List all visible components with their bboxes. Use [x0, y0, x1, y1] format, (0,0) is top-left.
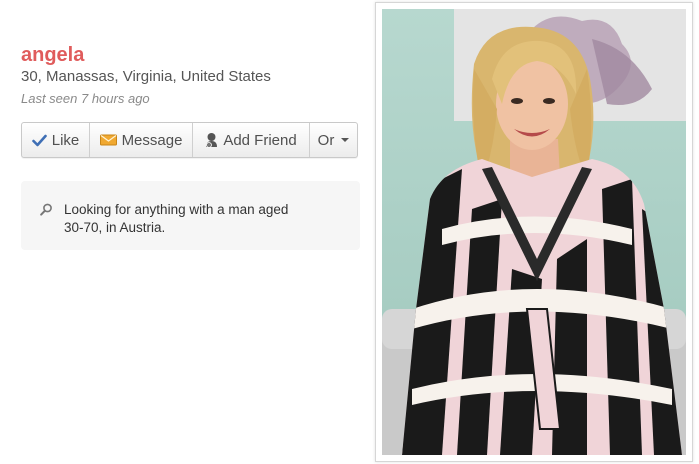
or-dropdown-button[interactable]: Or [310, 123, 357, 157]
add-friend-button[interactable]: Add Friend [193, 123, 310, 157]
message-button[interactable]: Message [90, 123, 193, 157]
checkmark-icon [31, 134, 47, 147]
last-seen-text: Last seen 7 hours ago [21, 91, 150, 106]
caret-down-icon [341, 138, 350, 142]
add-friend-label: Add Friend [223, 131, 297, 149]
like-label: Like [51, 131, 80, 149]
looking-for-text: Looking for anything with a man aged 30-… [64, 202, 289, 235]
profile-name: angela [21, 44, 85, 66]
magnifier-icon [40, 203, 53, 221]
like-button[interactable]: Like [22, 123, 90, 157]
profile-photo[interactable] [382, 9, 686, 455]
envelope-icon [99, 134, 117, 146]
message-label: Message [121, 131, 183, 149]
looking-for-panel: Looking for anything with a man aged 30-… [21, 181, 360, 250]
profile-photo-frame [375, 2, 693, 462]
profile-location: 30, Manassas, Virginia, United States [21, 68, 271, 85]
or-label: Or [317, 131, 335, 149]
profile-action-buttons: Like Message Add Friend Or [21, 122, 358, 158]
person-icon [205, 132, 218, 148]
